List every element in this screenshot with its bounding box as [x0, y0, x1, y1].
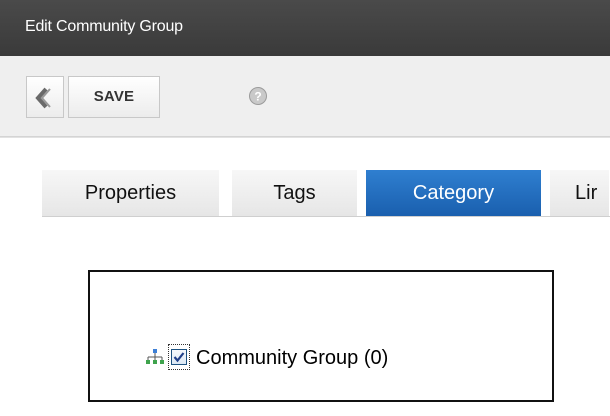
tab-divider — [42, 216, 610, 217]
tab-tags[interactable]: Tags — [232, 170, 358, 216]
save-button[interactable]: SAVE — [68, 76, 160, 118]
back-button[interactable] — [26, 76, 64, 118]
window-title-bar: Edit Community Group — [0, 0, 610, 56]
tab-links[interactable]: Lir — [550, 170, 610, 216]
category-tree-panel: Community Group (0) — [88, 270, 554, 402]
content-area: Properties Tags Category Lir Community G… — [0, 137, 610, 416]
toolbar: SAVE ? — [0, 56, 610, 137]
edit-community-group-page: Edit Community Group SAVE ? Properties T… — [0, 0, 610, 416]
window-title: Edit Community Group — [25, 18, 183, 35]
tab-properties[interactable]: Properties — [42, 170, 220, 216]
tree-item-label[interactable]: Community Group (0) — [196, 345, 388, 371]
checkmark-icon — [173, 352, 185, 363]
tab-category[interactable]: Category — [366, 170, 542, 216]
svg-text:?: ? — [254, 90, 261, 104]
help-icon[interactable]: ? — [248, 86, 268, 106]
category-checkbox-focus — [168, 344, 190, 370]
taxonomy-tree-icon — [146, 349, 164, 364]
chevron-left-icon — [35, 87, 51, 109]
category-checkbox[interactable] — [171, 349, 187, 365]
